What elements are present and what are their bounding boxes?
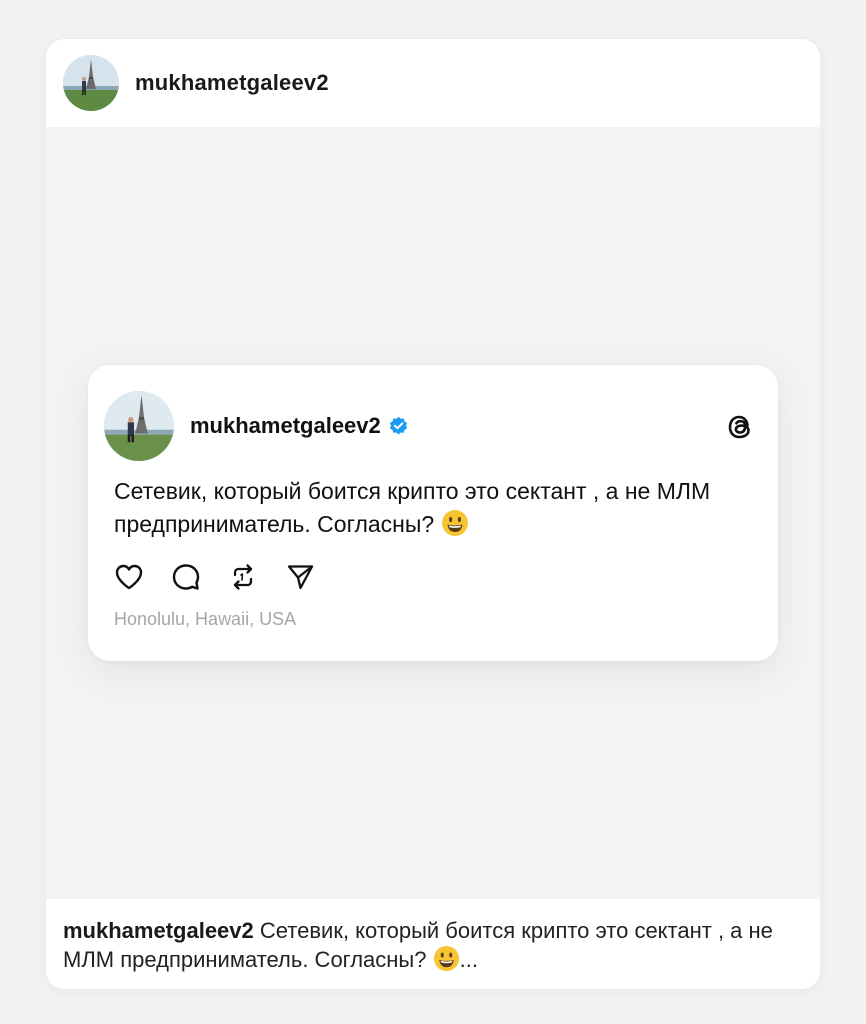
- thread-post-text: Сетевик, который боится крипто это секта…: [114, 475, 744, 541]
- thread-author-avatar: [104, 391, 174, 461]
- thread-actions: [114, 562, 342, 592]
- thread-text-content: Сетевик, который боится крипто это секта…: [114, 478, 711, 537]
- grinning-face-emoji: [441, 509, 469, 537]
- grinning-face-emoji: [433, 945, 460, 972]
- caption-username[interactable]: mukhametgaleev2: [63, 918, 254, 943]
- thread-author-username: mukhametgaleev2: [190, 413, 409, 439]
- comment-icon: [171, 562, 201, 592]
- post-media: mukhametgaleev2 Сетевик, который боится …: [46, 127, 820, 937]
- threads-screenshot-card: mukhametgaleev2 Сетевик, который боится …: [88, 365, 778, 661]
- post-header: mukhametgaleev2: [46, 39, 820, 127]
- share-icon: [285, 562, 315, 592]
- heart-icon: [114, 562, 144, 592]
- repost-icon: [228, 562, 258, 592]
- post-author-avatar[interactable]: [63, 55, 119, 111]
- post-caption-area: mukhametgaleev2 Сетевик, который боится …: [46, 899, 820, 989]
- instagram-post-card: mukhametgaleev2 mukhametgaleev2 Сетевик,…: [46, 39, 820, 989]
- threads-logo-icon: [722, 409, 758, 445]
- caption-more[interactable]: ...: [460, 947, 478, 972]
- thread-username-text: mukhametgaleev2: [190, 413, 381, 438]
- thread-location: Honolulu, Hawaii, USA: [114, 609, 297, 629]
- post-author-username[interactable]: mukhametgaleev2: [135, 70, 329, 96]
- post-caption: mukhametgaleev2 Сетевик, который боится …: [63, 916, 783, 974]
- verified-badge-icon: [388, 416, 409, 437]
